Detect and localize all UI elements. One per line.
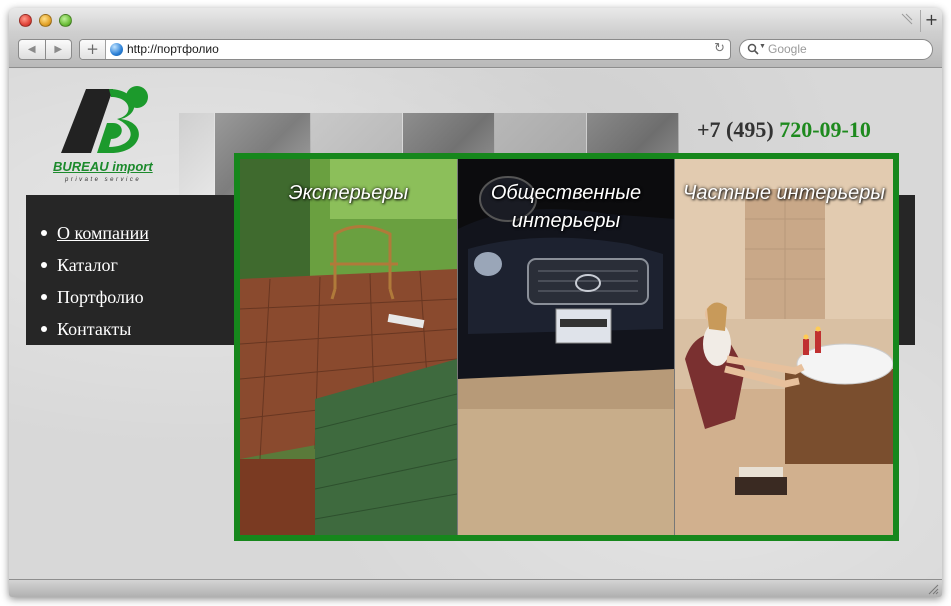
menu-item-about[interactable]: О компании: [39, 217, 149, 249]
forward-icon: ▶: [54, 44, 63, 55]
site-logo[interactable]: BUREAU import private service: [51, 83, 161, 183]
gallery-panel-private-interiors[interactable]: Частные интерьеры: [674, 159, 893, 535]
tab-resize-icon: [901, 13, 913, 25]
address-bar[interactable]: + http://портфолио ↻: [79, 39, 731, 60]
zoom-window-button[interactable]: [59, 14, 72, 27]
search-input[interactable]: ▼ Google: [739, 39, 933, 60]
gallery-title-private-interiors[interactable]: Частные интерьеры: [675, 179, 893, 207]
gallery-panel-public-interiors[interactable]: Общественные интерьеры: [457, 159, 674, 535]
back-button[interactable]: ◀: [19, 40, 45, 59]
resize-grip-icon[interactable]: [927, 583, 939, 595]
logo-mark-icon: [61, 86, 148, 153]
nav-buttons: ◀ ▶: [18, 39, 72, 60]
bullet-icon: [41, 294, 47, 300]
menu-item-contacts[interactable]: Контакты: [39, 313, 149, 345]
web-page: BUREAU import private service +7 (495) 7…: [9, 69, 942, 579]
close-window-button[interactable]: [19, 14, 32, 27]
forward-button[interactable]: ▶: [44, 40, 72, 59]
browser-toolbar: ◀ ▶ + http://портфолио ↻ ▼ Google: [9, 32, 942, 68]
menu-item-label[interactable]: О компании: [57, 223, 149, 244]
menu-item-label[interactable]: Каталог: [57, 255, 118, 276]
globe-icon: [110, 43, 123, 56]
gallery-panel-exterior[interactable]: Экстерьеры: [240, 159, 457, 535]
reload-icon[interactable]: ↻: [714, 41, 725, 56]
title-bar: +: [9, 8, 942, 32]
menu-item-portfolio[interactable]: Портфолио: [39, 281, 149, 313]
portfolio-gallery: Экстерьеры Общественные интерьеры Частны…: [234, 153, 899, 541]
private-interiors-photo: [675, 159, 893, 535]
back-icon: ◀: [27, 44, 36, 55]
phone-main: 720-09-10: [779, 117, 871, 142]
search-dropdown-icon[interactable]: ▼: [759, 43, 766, 50]
menu-item-label[interactable]: Портфолио: [57, 287, 144, 308]
bullet-icon: [41, 262, 47, 268]
new-tab-button[interactable]: +: [920, 10, 942, 32]
logo-subtitle: private service: [65, 177, 142, 183]
browser-window: + ◀ ▶ + http://портфолио ↻ ▼ Google BURE…: [9, 8, 942, 597]
phone-number: +7 (495) 720-09-10: [697, 117, 871, 143]
minimize-window-button[interactable]: [39, 14, 52, 27]
phone-prefix: +7 (495): [697, 117, 774, 142]
search-icon: [747, 43, 759, 55]
gallery-title-public-interiors[interactable]: Общественные интерьеры: [458, 179, 674, 235]
status-bar: [9, 579, 942, 597]
main-menu: О компании Каталог Портфолио Контакты: [39, 217, 149, 345]
url-field[interactable]: http://портфолио: [127, 42, 219, 56]
exterior-photo: [240, 159, 457, 535]
bullet-icon: [41, 326, 47, 332]
menu-item-label[interactable]: Контакты: [57, 319, 131, 340]
menu-item-catalog[interactable]: Каталог: [39, 249, 149, 281]
logo-title: BUREAU import: [53, 159, 153, 174]
search-placeholder: Google: [768, 42, 807, 56]
bullet-icon: [41, 230, 47, 236]
add-bookmark-button[interactable]: +: [80, 40, 106, 59]
gallery-title-exterior[interactable]: Экстерьеры: [240, 179, 457, 207]
